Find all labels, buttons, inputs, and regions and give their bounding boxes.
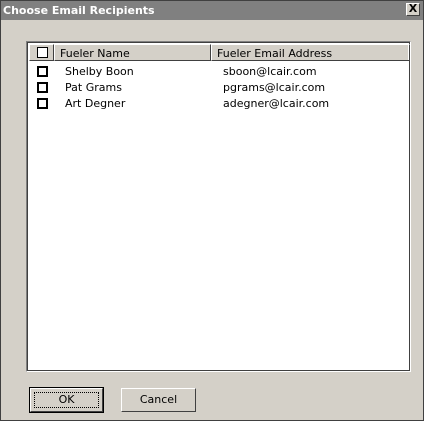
fueler-name: Shelby Boon <box>65 65 134 78</box>
title-bar[interactable]: Choose Email Recipients X <box>1 1 423 20</box>
header-fueler-name[interactable]: Fueler Name <box>54 44 211 61</box>
ok-button[interactable]: OK <box>29 387 104 413</box>
header-checkbox-column[interactable] <box>29 44 54 61</box>
ok-button-label: OK <box>58 393 75 406</box>
list-header: Fueler Name Fueler Email Address <box>29 44 410 61</box>
header-fueler-name-label: Fueler Name <box>60 47 130 60</box>
list-item[interactable]: Art Degner adegner@lcair.com <box>29 96 408 112</box>
fueler-name: Art Degner <box>65 97 126 110</box>
fueler-email: pgrams@lcair.com <box>223 81 326 94</box>
close-button[interactable]: X <box>406 2 420 16</box>
email-recipients-dialog: Choose Email Recipients X Fueler Name Fu… <box>0 0 424 421</box>
fueler-email: sboon@lcair.com <box>223 65 317 78</box>
cancel-button[interactable]: Cancel <box>121 388 196 412</box>
cancel-button-label: Cancel <box>139 393 178 406</box>
row-checkbox[interactable] <box>37 82 48 93</box>
recipients-list[interactable]: Fueler Name Fueler Email Address Shelby … <box>26 41 411 372</box>
select-all-checkbox[interactable] <box>37 47 48 58</box>
list-item[interactable]: Pat Grams pgrams@lcair.com <box>29 80 408 96</box>
row-checkbox[interactable] <box>37 98 48 109</box>
row-checkbox[interactable] <box>37 66 48 77</box>
dialog-title: Choose Email Recipients <box>3 4 155 17</box>
header-fueler-email-label: Fueler Email Address <box>217 47 333 60</box>
close-icon: X <box>408 2 418 15</box>
header-fueler-email[interactable]: Fueler Email Address <box>211 44 410 61</box>
fueler-email: adegner@lcair.com <box>223 97 330 110</box>
fueler-name: Pat Grams <box>65 81 122 94</box>
list-item[interactable]: Shelby Boon sboon@lcair.com <box>29 64 408 80</box>
